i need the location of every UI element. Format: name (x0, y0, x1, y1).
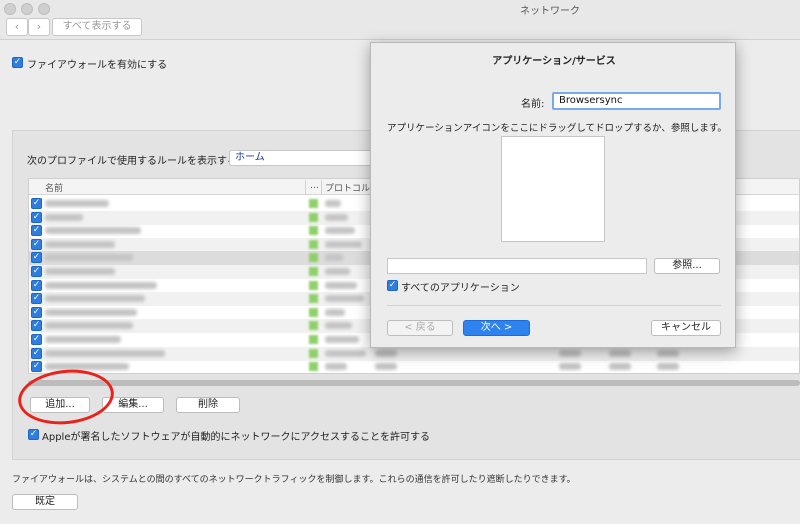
row-checkbox[interactable]: ✓ (31, 279, 42, 291)
allow-signed-checkbox[interactable]: ✓ (28, 429, 39, 440)
row-status-indicator (309, 226, 318, 236)
row-protocol-redacted (325, 295, 364, 303)
close-window-icon[interactable] (4, 3, 16, 15)
row-protocol-redacted (325, 200, 341, 207)
row-protocol-redacted (325, 336, 359, 343)
name-input[interactable]: Browsersync (552, 92, 721, 110)
row-cell-redacted (559, 363, 581, 371)
row-protocol-redacted (325, 254, 343, 262)
back-button[interactable]: < 戻る (387, 320, 453, 336)
row-status-indicator (309, 294, 318, 304)
app-icon-drop-zone[interactable] (501, 136, 605, 242)
row-status-indicator (309, 362, 318, 372)
row-protocol-redacted (325, 349, 366, 357)
row-protocol-redacted (325, 322, 352, 330)
row-protocol-redacted (325, 363, 347, 371)
row-cell-redacted (657, 363, 679, 371)
row-status-indicator (309, 335, 318, 344)
row-checkbox[interactable]: ✓ (31, 361, 42, 373)
column-separator[interactable] (321, 180, 322, 194)
all-apps-checkbox[interactable]: ✓ (387, 280, 398, 291)
delete-button[interactable]: 削除 (176, 397, 240, 413)
enable-firewall-label: ファイアウォールを有効にする (27, 60, 168, 71)
column-protocol-header[interactable]: プロトコル (325, 181, 370, 194)
table-row[interactable]: ✓ (29, 346, 799, 361)
cancel-button[interactable]: キャンセル (651, 320, 721, 336)
row-status-indicator (309, 212, 318, 222)
next-button[interactable]: 次へ > (463, 320, 530, 336)
window-title: ネットワーク (520, 6, 580, 17)
allow-signed-label: Appleが署名したソフトウェアが自動的にネットワークにアクセスすることを許可す… (42, 432, 430, 443)
row-protocol-redacted (325, 268, 350, 275)
row-checkbox[interactable]: ✓ (31, 198, 42, 209)
row-cell-redacted (657, 349, 679, 357)
row-checkbox[interactable]: ✓ (31, 334, 42, 345)
row-status-indicator (309, 199, 318, 208)
restore-defaults-button[interactable]: 既定 (12, 494, 78, 510)
row-name-redacted (45, 308, 137, 316)
row-name-redacted (45, 363, 129, 371)
row-name-redacted (45, 240, 115, 248)
row-status-indicator (309, 321, 318, 331)
column-name-header[interactable]: 名前 (45, 181, 63, 194)
enable-firewall-checkbox[interactable]: ✓ (12, 57, 23, 68)
dialog-divider (387, 305, 721, 306)
zoom-window-icon[interactable] (38, 3, 50, 15)
row-checkbox[interactable]: ✓ (31, 320, 42, 332)
app-path-field[interactable] (387, 258, 647, 274)
row-status-indicator (309, 239, 318, 249)
row-checkbox[interactable]: ✓ (31, 238, 42, 250)
forward-nav-button[interactable]: › (28, 18, 50, 36)
browse-button[interactable]: 参照... (654, 258, 720, 274)
row-cell-redacted (375, 349, 397, 357)
minimize-window-icon[interactable] (21, 3, 33, 15)
row-name-redacted (45, 281, 157, 289)
row-name-redacted (45, 254, 133, 262)
row-cell-redacted (559, 349, 581, 357)
row-status-indicator (309, 280, 318, 290)
row-protocol-redacted (325, 227, 355, 235)
row-status-indicator (309, 307, 318, 317)
row-name-redacted (45, 322, 133, 330)
column-misc-header[interactable]: … (310, 181, 319, 191)
row-status-indicator (309, 253, 318, 263)
profile-prompt-label: 次のプロファイルで使用するルールを表示する: (27, 156, 241, 167)
back-nav-button[interactable]: ‹ (6, 18, 28, 36)
name-label: 名前: (521, 99, 545, 110)
show-all-button[interactable]: すべて表示する (52, 18, 142, 36)
dialog-title: アプリケーション/サービス (492, 56, 616, 67)
firewall-description: ファイアウォールは、システムとの間のすべてのネットワークトラフィックを制御します… (12, 475, 576, 485)
row-checkbox[interactable]: ✓ (31, 266, 42, 277)
row-protocol-redacted (325, 308, 345, 316)
row-name-redacted (45, 268, 115, 275)
row-checkbox[interactable]: ✓ (31, 252, 42, 264)
profile-select[interactable]: ホーム (229, 150, 374, 166)
row-name-redacted (45, 336, 121, 343)
all-apps-label: すべてのアプリケーション (401, 283, 520, 294)
row-checkbox[interactable]: ✓ (31, 211, 42, 223)
row-name-redacted (45, 227, 141, 235)
row-protocol-redacted (325, 240, 362, 248)
application-service-dialog: アプリケーション/サービス 名前: Browsersync アプリケーションアイ… (370, 42, 736, 348)
row-checkbox[interactable]: ✓ (31, 225, 42, 237)
row-status-indicator (309, 267, 318, 276)
row-name-redacted (45, 200, 109, 207)
row-checkbox[interactable]: ✓ (31, 347, 42, 359)
drag-drop-hint: アプリケーションアイコンをここにドラッグしてドロップするか、参照します。 (387, 123, 727, 134)
horizontal-scrollbar[interactable] (28, 380, 800, 386)
table-row[interactable]: ✓ (29, 360, 799, 373)
row-name-redacted (45, 349, 165, 357)
row-status-indicator (309, 348, 318, 358)
row-checkbox[interactable]: ✓ (31, 293, 42, 305)
row-protocol-redacted (325, 213, 348, 221)
column-separator[interactable] (305, 180, 306, 194)
row-cell-redacted (609, 363, 631, 371)
row-protocol-redacted (325, 281, 357, 289)
row-name-redacted (45, 213, 83, 221)
row-checkbox[interactable]: ✓ (31, 306, 42, 318)
row-cell-redacted (609, 349, 631, 357)
row-name-redacted (45, 295, 145, 303)
row-cell-redacted (375, 363, 397, 371)
